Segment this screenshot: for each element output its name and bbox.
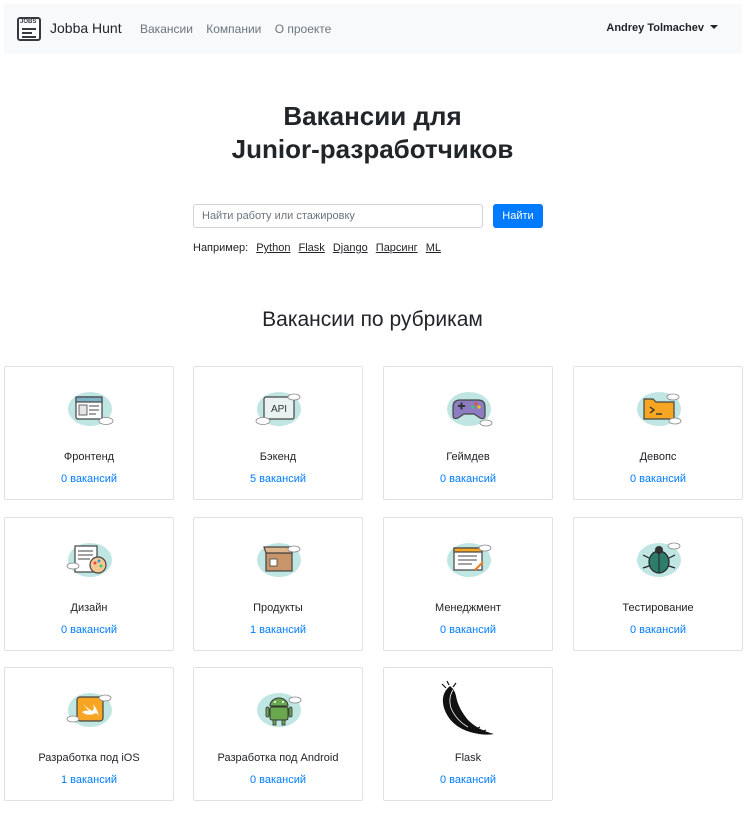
category-card-ios[interactable]: Разработка под iOS 1 вакансий (4, 667, 174, 801)
page-title: Вакансии для Junior-разработчиков (231, 101, 514, 164)
nav-link-vacancies[interactable]: Вакансии (140, 22, 193, 36)
example-link-django[interactable]: Django (333, 242, 368, 254)
category-card-design[interactable]: Дизайн 0 вакансий (4, 517, 174, 651)
frontend-icon (60, 385, 120, 431)
nav-link-about[interactable]: О проекте (275, 22, 332, 36)
gamepad-icon (439, 385, 499, 431)
terminal-folder-icon (629, 385, 689, 431)
card-title: Бэкенд (259, 451, 297, 463)
card-count-link[interactable]: 0 вакансий (5, 624, 173, 636)
card-title: Flask (454, 752, 482, 764)
bug-icon (629, 536, 689, 582)
card-count-link[interactable]: 0 вакансий (5, 473, 173, 485)
design-palette-icon (60, 536, 120, 582)
nav-links: Вакансии Компании О проекте (140, 22, 341, 36)
category-card-backend[interactable]: API Бэкенд 5 вакансий (193, 366, 363, 500)
nav-link-companies[interactable]: Компании (206, 22, 261, 36)
category-card-testing[interactable]: Тестирование 0 вакансий (573, 517, 743, 651)
jobs-logo-icon[interactable]: JOBS (17, 17, 41, 41)
category-card-flask[interactable]: Flask 0 вакансий (383, 667, 553, 801)
chevron-down-icon (710, 25, 718, 29)
card-title: Разработка под Android (217, 752, 339, 764)
svg-text:API: API (271, 404, 287, 415)
user-menu[interactable]: Andrey Tolmachev (606, 22, 718, 34)
card-title: Тестирование (622, 602, 694, 614)
card-title: Продукты (253, 602, 303, 614)
card-count-link[interactable]: 0 вакансий (194, 774, 362, 786)
example-link-ml[interactable]: ML (426, 242, 441, 254)
brand-name[interactable]: Jobba Hunt (50, 20, 122, 36)
backend-api-icon: API (249, 385, 309, 431)
examples-label: Например: (193, 242, 249, 254)
example-link-python[interactable]: Python (256, 242, 290, 254)
card-title: Девопс (639, 451, 677, 463)
search-examples: Например: Python Flask Django Парсинг ML (193, 242, 441, 254)
swift-icon (60, 686, 120, 732)
example-link-flask[interactable]: Flask (299, 242, 325, 254)
card-count-link[interactable]: 1 вакансий (5, 774, 173, 786)
search-input[interactable] (193, 204, 483, 228)
card-count-link[interactable]: 0 вакансий (574, 473, 742, 485)
product-box-icon (249, 536, 309, 582)
card-count-link[interactable]: 0 вакансий (384, 473, 552, 485)
flask-logo-icon (434, 680, 504, 738)
card-count-link[interactable]: 5 вакансий (194, 473, 362, 485)
card-title: Геймдев (446, 451, 490, 463)
card-count-link[interactable]: 0 вакансий (384, 624, 552, 636)
card-count-link[interactable]: 0 вакансий (574, 624, 742, 636)
card-count-link[interactable]: 0 вакансий (384, 774, 552, 786)
category-card-gamedev[interactable]: Геймдев 0 вакансий (383, 366, 553, 500)
navbar: JOBS Jobba Hunt Вакансии Компании О прое… (4, 4, 742, 54)
card-title: Разработка под iOS (38, 752, 140, 764)
category-card-products[interactable]: Продукты 1 вакансий (193, 517, 363, 651)
card-count-link[interactable]: 1 вакансий (194, 624, 362, 636)
category-card-devops[interactable]: Девопс 0 вакансий (573, 366, 743, 500)
card-title: Дизайн (70, 602, 108, 614)
user-name: Andrey Tolmachev (606, 22, 704, 34)
card-title: Фронтенд (63, 451, 115, 463)
categories-title: Вакансии по рубрикам (262, 308, 483, 331)
management-list-icon (439, 536, 499, 582)
category-card-android[interactable]: Разработка под Android 0 вакансий (193, 667, 363, 801)
category-card-frontend[interactable]: Фронтенд 0 вакансий (4, 366, 174, 500)
example-link-parsing[interactable]: Парсинг (376, 242, 418, 254)
search-button[interactable]: Найти (493, 204, 543, 228)
category-card-management[interactable]: Менеджмент 0 вакансий (383, 517, 553, 651)
android-icon (249, 686, 309, 732)
card-title: Менеджмент (435, 602, 501, 614)
